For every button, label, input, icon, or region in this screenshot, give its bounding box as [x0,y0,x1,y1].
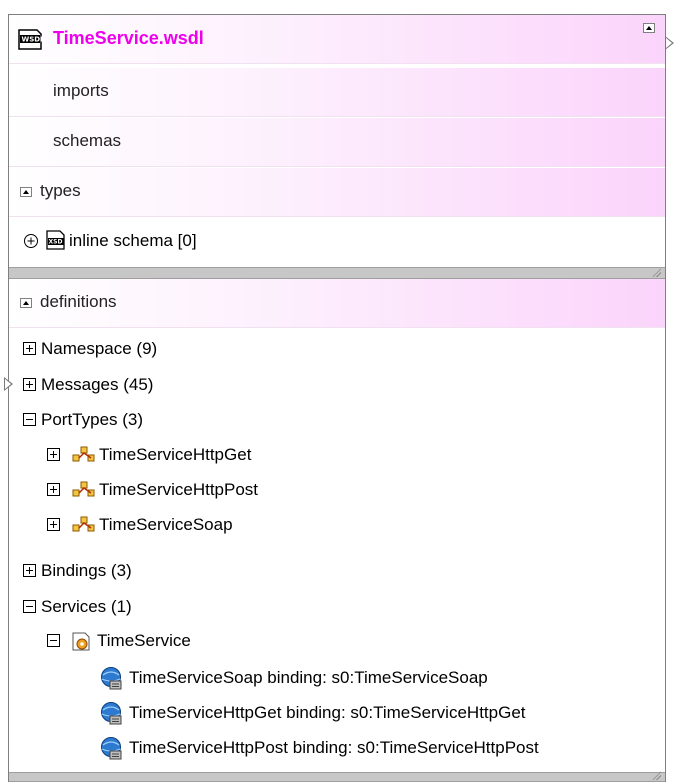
types-collapse-button[interactable] [20,187,32,197]
messages-label: Messages (45) [41,375,154,394]
add-circle-icon[interactable] [23,233,39,249]
namespace-label: Namespace (9) [41,339,158,358]
collapse-icon[interactable] [23,413,36,426]
expand-icon[interactable] [47,518,60,531]
header-collapse-button[interactable] [643,23,655,33]
expand-icon[interactable] [23,564,36,577]
port-globe-icon [101,737,122,760]
expand-icon[interactable] [23,378,36,391]
bindings-label: Bindings (3) [41,561,132,580]
service-icon [72,632,90,651]
wsdl-file-icon: WSDL [18,29,44,50]
collapse-icon[interactable] [47,634,60,647]
wsdl-file-title: TimeService.wsdl [53,28,204,48]
expand-icon[interactable] [23,342,36,355]
imports-row[interactable]: imports [9,68,665,117]
resize-grip-icon[interactable] [652,771,661,780]
schemas-row[interactable]: schemas [9,118,665,167]
porttype-icon [72,516,95,532]
svg-text:XSD: XSD [49,239,63,246]
wsdl-overview-panel: WSDL TimeService.wsdl imports schemas ty… [8,14,666,782]
porttype-label: TimeServiceHttpGet [99,445,252,464]
connector-arrow-icon[interactable] [4,377,13,391]
collapse-icon[interactable] [23,600,36,613]
port-globe-icon [101,667,122,690]
expand-icon[interactable] [47,483,60,496]
definitions-label: definitions [40,292,117,311]
svg-text:WSDL: WSDL [22,36,44,44]
wsdl-header-row[interactable]: WSDL TimeService.wsdl [9,15,665,64]
types-row[interactable]: types [9,168,665,217]
porttype-icon [72,446,95,462]
imports-label: imports [53,81,109,100]
service-label: TimeService [97,631,191,650]
schemas-label: schemas [53,131,122,150]
xsd-file-icon: XSD [46,230,65,250]
connector-arrow-icon[interactable] [665,36,674,50]
porttypes-label: PortTypes (3) [41,410,144,429]
inline-schema-label: inline schema [0] [69,231,197,250]
port-globe-icon [101,702,122,725]
panel-splitter[interactable] [9,267,665,279]
port-label: TimeServiceHttpPost binding: s0:TimeServ… [129,738,539,757]
port-label: TimeServiceHttpGet binding: s0:TimeServi… [129,703,526,722]
porttype-icon [72,481,95,497]
porttype-label: TimeServiceHttpPost [99,480,259,499]
port-label: TimeServiceSoap binding: s0:TimeServiceS… [129,668,488,687]
definitions-row[interactable]: definitions [9,279,665,328]
porttype-label: TimeServiceSoap [99,515,233,534]
resize-grip-icon[interactable] [652,268,661,277]
definitions-collapse-button[interactable] [20,298,32,308]
services-label: Services (1) [41,597,132,616]
expand-icon[interactable] [47,448,60,461]
types-label: types [40,181,81,200]
